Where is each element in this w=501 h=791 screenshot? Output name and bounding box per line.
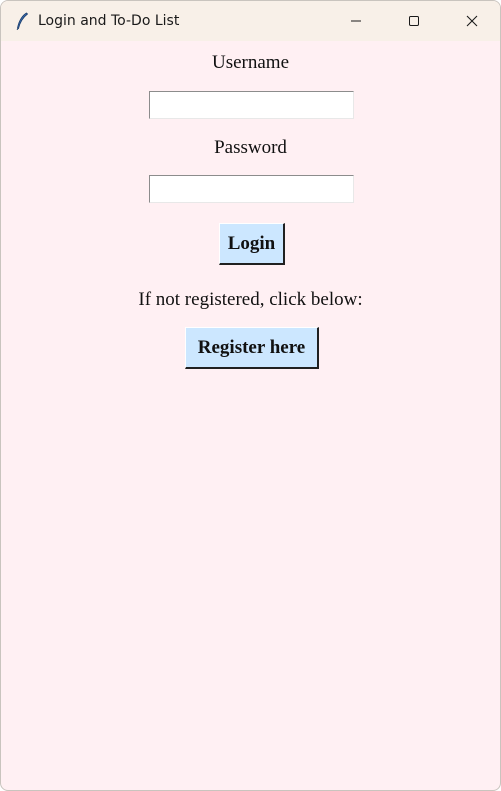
minimize-icon [351,20,361,22]
title-bar[interactable]: Login and To-Do List [1,1,500,41]
close-icon [466,15,478,27]
password-input[interactable] [149,175,354,203]
maximize-icon [409,16,419,26]
username-input[interactable] [149,91,354,119]
close-button[interactable] [443,1,500,41]
password-label: Password [214,137,287,158]
app-window: Login and To-Do List Username Password L… [0,0,501,791]
register-button[interactable]: Register here [185,327,319,369]
login-form: Username Password Login If not registere… [1,41,500,790]
feather-icon [16,12,29,30]
register-prompt: If not registered, click below: [138,289,363,310]
window-title: Login and To-Do List [38,13,180,29]
login-button[interactable]: Login [219,223,285,265]
username-label: Username [211,52,290,73]
minimize-button[interactable] [327,1,385,41]
maximize-button[interactable] [385,1,443,41]
